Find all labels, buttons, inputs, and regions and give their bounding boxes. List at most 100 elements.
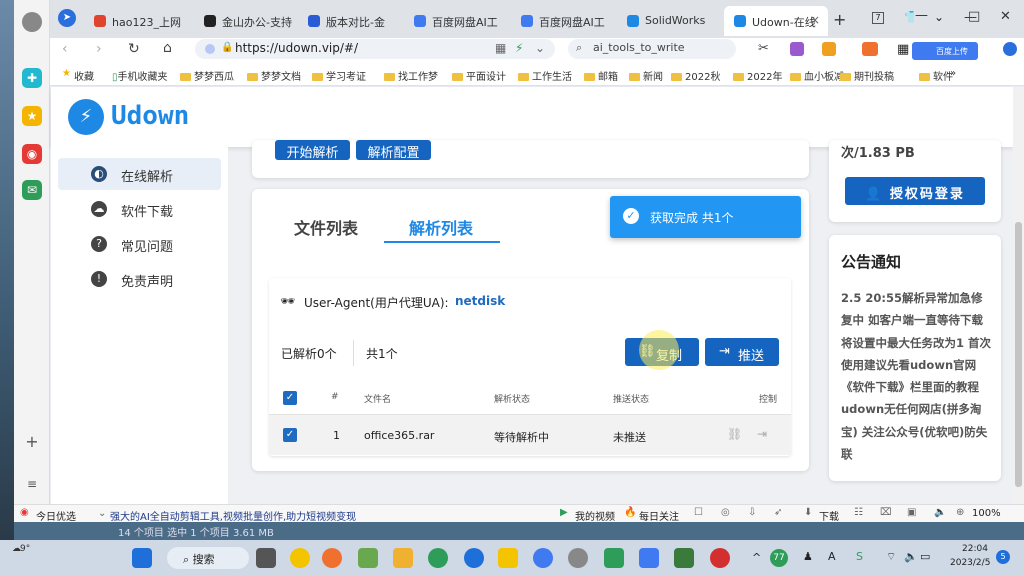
close-window-button[interactable]: ✕	[1000, 9, 1011, 24]
notes-icon[interactable]	[498, 548, 518, 568]
status-icon-6[interactable]: ▣	[907, 507, 916, 518]
minimize-glyph[interactable]: —	[915, 8, 928, 23]
reload-icon[interactable]: ↻	[128, 41, 140, 57]
bookmark-item[interactable]: 新闻	[629, 68, 663, 83]
bookmark-item[interactable]: 梦梦文档	[247, 68, 301, 83]
tips-icon[interactable]	[290, 548, 310, 568]
bookmarks-more-button[interactable]: »	[950, 68, 956, 79]
bookmark-item[interactable]: 软件	[919, 68, 953, 83]
tray-s-icon[interactable]: S	[856, 550, 863, 563]
logo-text[interactable]: Udown	[111, 101, 189, 131]
my-video-link[interactable]: 我的视频	[575, 508, 615, 523]
browser-tab[interactable]: Udown-在线 ×	[724, 6, 828, 36]
extension-shield-icon[interactable]	[822, 42, 836, 56]
close-tab-icon[interactable]: ×	[810, 13, 820, 27]
browser-tab[interactable]: 金山办公-支持	[194, 6, 296, 36]
task-view-icon[interactable]	[256, 548, 276, 568]
battery-icon[interactable]: ▭	[920, 550, 930, 563]
nav-item[interactable]: ! 免责声明	[58, 263, 221, 295]
daily-follow-link[interactable]: 每日关注	[639, 508, 679, 523]
push-button[interactable]: ⇥ 推送	[705, 338, 779, 366]
status-icon-5[interactable]: ⌧	[880, 507, 892, 518]
browser-tab[interactable]: 版本对比-金	[298, 6, 402, 36]
status-icon-2[interactable]: ◎	[721, 507, 730, 518]
bookmark-item[interactable]: ▯手机收藏夹	[112, 68, 168, 83]
page-counter-icon[interactable]: 7	[872, 12, 884, 24]
bookmark-item[interactable]: 2022年	[733, 68, 782, 83]
url-text[interactable]: https://udown.vip/#/	[235, 41, 358, 55]
nav-item[interactable]: ◐ 在线解析	[58, 158, 221, 190]
clock-time[interactable]: 22:04	[962, 544, 988, 554]
bookmark-item[interactable]: 学习考证	[312, 68, 366, 83]
favorites-star-icon[interactable]: ★	[22, 106, 42, 126]
volume-icon[interactable]: 🔈	[904, 550, 918, 563]
weibo-icon[interactable]: ◉	[22, 144, 42, 164]
ad-text[interactable]: 强大的AI全自动剪辑工具,视频批量创作,助力短视频变现	[110, 508, 356, 523]
ua-value[interactable]: netdisk	[455, 294, 505, 308]
add-app-icon[interactable]: ✚	[22, 68, 42, 88]
user-avatar[interactable]	[22, 12, 42, 32]
zoom-level[interactable]: 100%	[972, 508, 1001, 519]
edge-like-icon[interactable]	[533, 548, 553, 568]
clock-date[interactable]: 2023/2/5	[950, 558, 990, 568]
settings-app-icon[interactable]	[568, 548, 588, 568]
table-row[interactable]: ✓ 1 office365.rar 等待解析中 未推送 ⛓ ⇥	[269, 415, 791, 455]
account-icon[interactable]	[1003, 42, 1017, 56]
tray-badge[interactable]: 77	[770, 549, 788, 567]
chevron-down-icon[interactable]: ⌄	[535, 41, 545, 55]
extension-game-icon[interactable]	[862, 42, 878, 56]
status-icon-1[interactable]: ☐	[694, 507, 703, 518]
menu-lines-icon[interactable]: ≡	[22, 474, 42, 494]
browser-icon[interactable]	[428, 548, 448, 568]
row-push-icon[interactable]: ⇥	[757, 427, 767, 441]
tray-person-icon[interactable]: ♟	[803, 550, 813, 563]
notification-count[interactable]: 5	[996, 550, 1010, 564]
wechat-icon[interactable]	[604, 548, 624, 568]
site-info-icon[interactable]	[205, 44, 215, 54]
select-all-checkbox[interactable]: ✓	[283, 391, 297, 405]
lightning-icon[interactable]: ⚡	[515, 41, 523, 55]
page-scrollbar[interactable]	[1013, 87, 1024, 504]
forward-icon[interactable]: ›	[96, 41, 102, 57]
tab-parse-list[interactable]: 解析列表	[409, 215, 473, 239]
scissors-icon[interactable]: ✂	[758, 41, 769, 56]
new-tab-button[interactable]: +	[833, 10, 846, 29]
weather-temp[interactable]: 9°	[20, 544, 30, 554]
row-checkbox[interactable]: ✓	[283, 428, 297, 442]
file-explorer-icon[interactable]	[393, 548, 413, 568]
bookmark-item[interactable]: 血小板减	[790, 68, 844, 83]
baidu-upload-extension[interactable]: 百度上传	[912, 42, 978, 60]
bookmark-item[interactable]: 工作生活	[518, 68, 572, 83]
add-icon[interactable]: +	[22, 432, 42, 452]
mail-icon[interactable]: ✉	[22, 180, 42, 200]
dropdown-icon[interactable]: ⌄	[934, 10, 944, 24]
ime-indicator[interactable]: A	[828, 550, 836, 563]
today-pick-label[interactable]: 今日优选	[36, 508, 76, 523]
browser-tab[interactable]: hao123_上网	[84, 6, 192, 36]
browser-tab[interactable]: SolidWorks	[617, 6, 722, 36]
scrollbar-thumb[interactable]	[1015, 222, 1022, 487]
store-icon[interactable]	[358, 548, 378, 568]
nav-item[interactable]: ☁ 软件下载	[58, 193, 221, 225]
speaker-icon[interactable]: 🔈	[934, 507, 946, 518]
record-icon[interactable]	[710, 548, 730, 568]
wifi-icon[interactable]: ⌔	[886, 550, 896, 564]
search-app-icon[interactable]	[322, 548, 342, 568]
extension-purple-icon[interactable]	[790, 42, 804, 56]
search-box[interactable]: ⌕ ai_tools_to_write	[568, 39, 736, 59]
bookmark-item[interactable]: 期刊投稿	[840, 68, 894, 83]
nav-item[interactable]: ? 常见问题	[58, 228, 221, 260]
bookmark-item[interactable]: 找工作梦	[384, 68, 438, 83]
bookmark-item[interactable]: 邮箱	[584, 68, 618, 83]
status-icon-4[interactable]: ☷	[854, 507, 863, 518]
windows-start-icon[interactable]	[132, 548, 152, 568]
status-icon-3[interactable]: ⇩	[748, 507, 756, 518]
rocket-icon[interactable]: ➶	[774, 507, 782, 518]
parse-config-button[interactable]: 解析配置	[356, 140, 431, 161]
bookmark-item[interactable]: 平面设计	[452, 68, 506, 83]
search-input[interactable]: ai_tools_to_write	[593, 41, 685, 54]
maximize-button[interactable]: □	[968, 9, 980, 24]
bookmark-item[interactable]: 收藏	[74, 68, 94, 83]
apps-grid-icon[interactable]: ▦	[897, 42, 909, 57]
start-parse-button[interactable]: 开始解析	[275, 140, 350, 161]
